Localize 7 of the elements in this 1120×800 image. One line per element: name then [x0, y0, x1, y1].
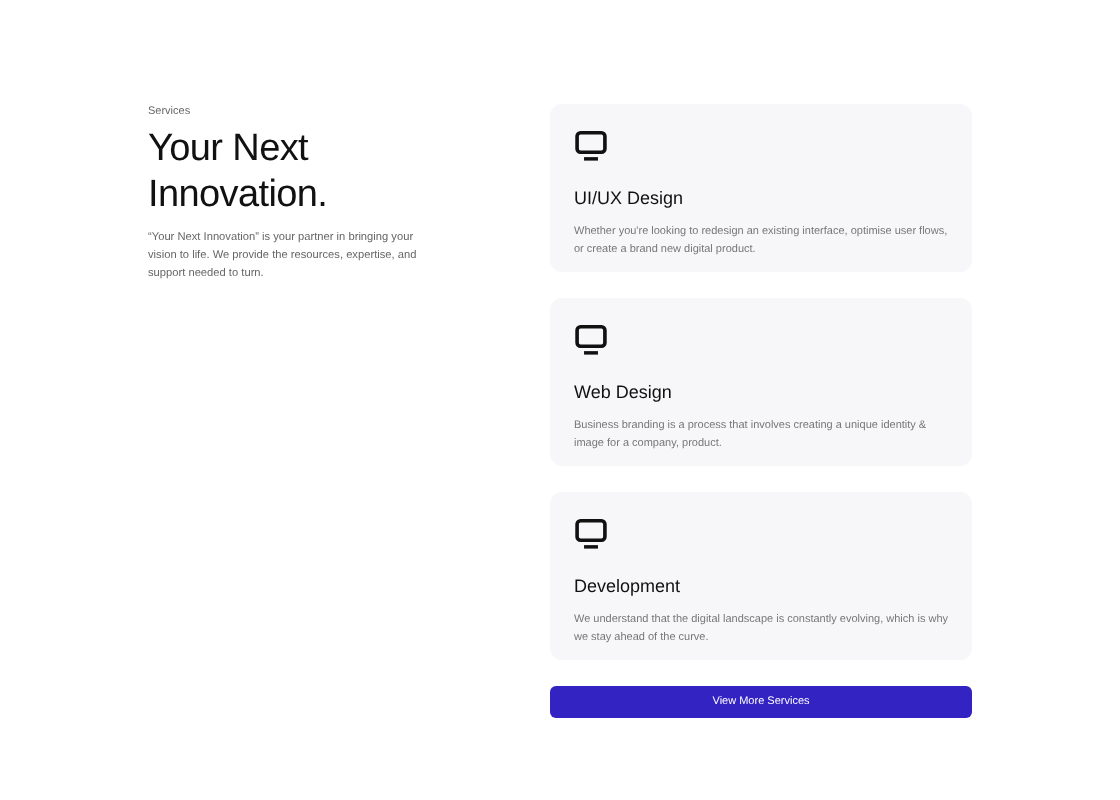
- service-title: Web Design: [574, 380, 674, 406]
- heading: Your Next Innovation.: [148, 126, 330, 219]
- monitor-icon: [574, 324, 608, 356]
- monitor-icon: [574, 130, 608, 162]
- monitor-icon: [574, 518, 608, 550]
- service-title: Development: [574, 574, 683, 600]
- service-title: UI/UX Design: [574, 186, 686, 212]
